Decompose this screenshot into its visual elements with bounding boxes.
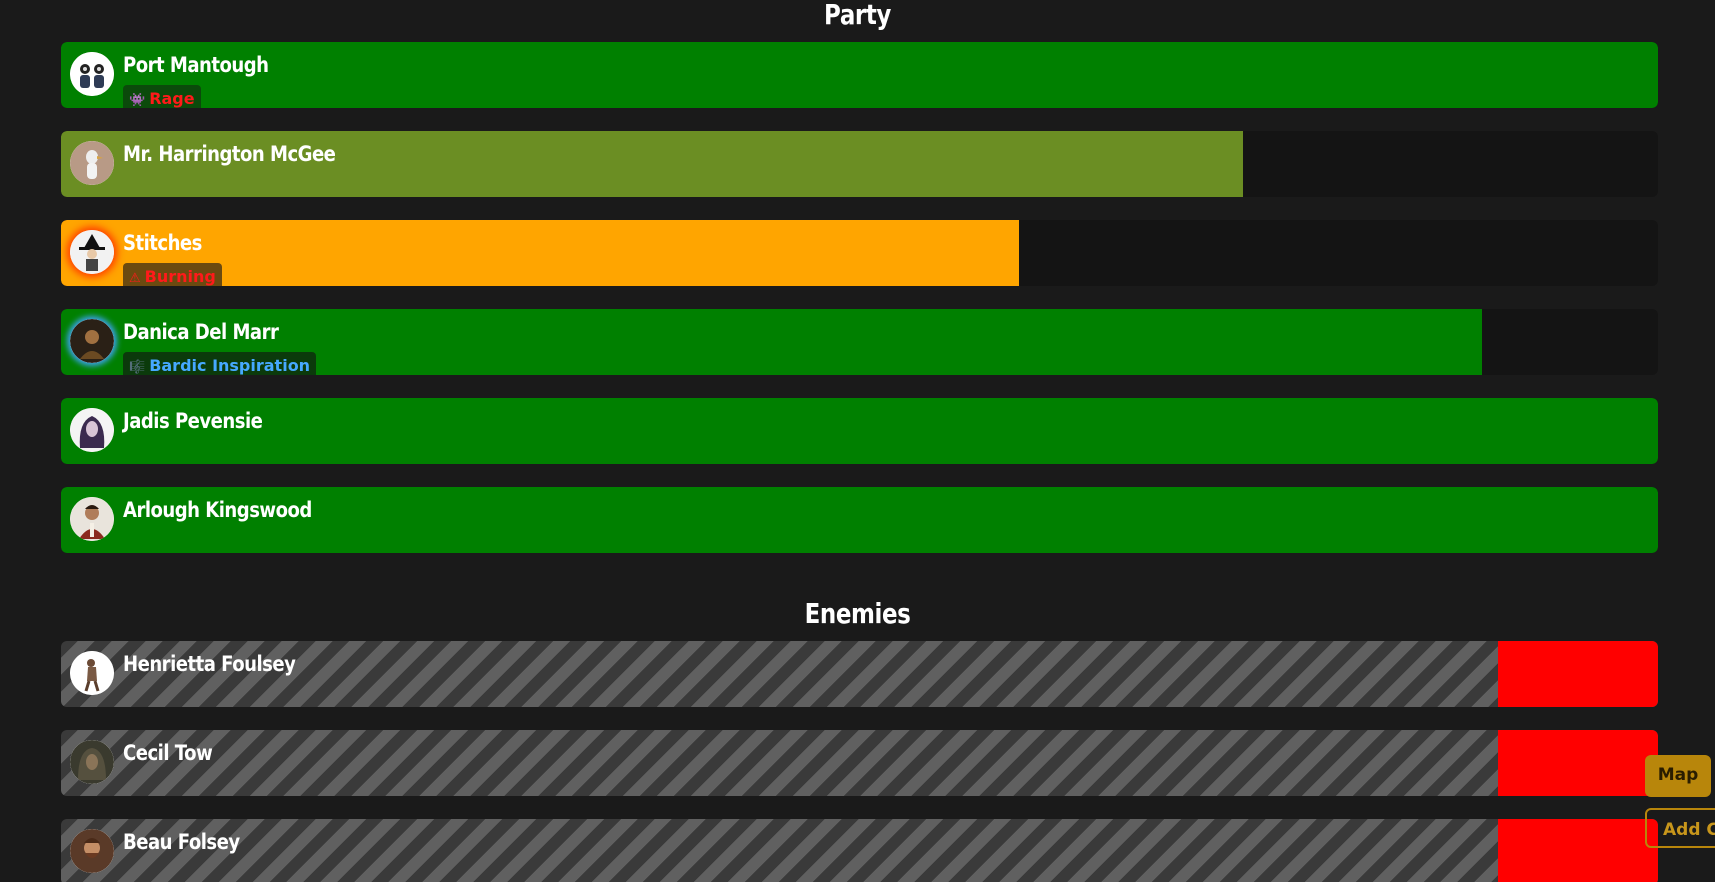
party-member-row[interactable]: Jadis Pevensie — [61, 398, 1658, 464]
effect-label: Rage — [149, 89, 195, 108]
hp-bar-fill — [1498, 819, 1658, 882]
warning-icon: ⚠ — [129, 271, 141, 286]
member-name: Stitches — [123, 231, 202, 255]
twin-portrait-icon — [70, 52, 114, 96]
party-heading: Party — [824, 0, 891, 31]
music-icon: 🎼 — [129, 360, 146, 375]
enemy-row[interactable]: Henrietta Foulsey — [61, 641, 1658, 707]
effect-label: Burning — [144, 267, 216, 286]
effect-badge-burning: ⚠ Burning — [123, 263, 222, 286]
member-name: Mr. Harrington McGee — [123, 142, 336, 166]
alien-icon: 👾 — [129, 93, 146, 108]
member-name: Jadis Pevensie — [123, 409, 263, 433]
party-member-row[interactable]: Danica Del Marr 🎼 Bardic Inspiration — [61, 309, 1658, 375]
bearded-portrait-icon — [70, 829, 114, 873]
member-name: Danica Del Marr — [123, 320, 279, 344]
effect-badge-rage: 👾 Rage — [123, 85, 201, 108]
enemies-heading: Enemies — [804, 597, 911, 630]
witch-hat-icon — [70, 230, 114, 274]
party-member-row[interactable]: Mr. Harrington McGee — [61, 131, 1658, 197]
hp-bar-fill — [1498, 730, 1658, 796]
hp-bar-fill — [61, 42, 1658, 108]
enemy-name: Beau Folsey — [123, 830, 240, 854]
map-button[interactable]: Map — [1645, 755, 1711, 797]
enemy-name: Henrietta Foulsey — [123, 652, 296, 676]
bird-figure-icon — [70, 141, 114, 185]
hp-bar-fill — [61, 398, 1658, 464]
member-name: Arlough Kingswood — [123, 498, 312, 522]
man-portrait-icon — [70, 497, 114, 541]
effect-label: Bardic Inspiration — [149, 356, 311, 375]
party-member-row[interactable]: Port Mantough 👾 Rage — [61, 42, 1658, 108]
party-member-row[interactable]: Stitches ⚠ Burning — [61, 220, 1658, 286]
enemy-row[interactable]: Beau Folsey — [61, 819, 1658, 882]
hunched-figure-icon — [70, 651, 114, 695]
purple-hair-portrait-icon — [70, 408, 114, 452]
enemy-row[interactable]: Cecil Tow — [61, 730, 1658, 796]
member-name: Port Mantough — [123, 53, 269, 77]
hooded-portrait-icon — [70, 740, 114, 784]
bard-portrait-icon — [70, 319, 114, 363]
hp-bar-fill — [1498, 641, 1658, 707]
effect-badge-bardic-inspiration: 🎼 Bardic Inspiration — [123, 352, 317, 375]
add-combatant-button[interactable]: Add Co — [1645, 808, 1715, 848]
enemy-name: Cecil Tow — [123, 741, 213, 765]
party-member-row[interactable]: Arlough Kingswood — [61, 487, 1658, 553]
